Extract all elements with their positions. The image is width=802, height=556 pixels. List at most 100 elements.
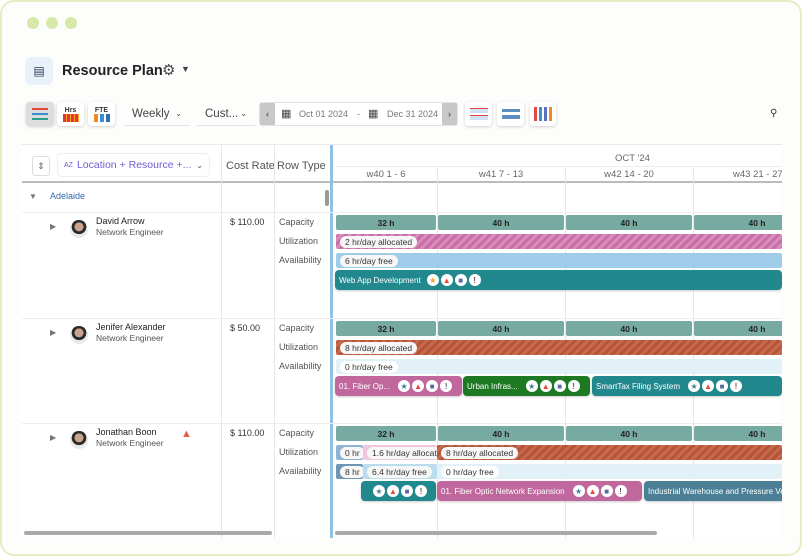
- capacity-bar[interactable]: 40 h: [438, 321, 564, 336]
- status-square-icon[interactable]: ■: [454, 274, 467, 286]
- priority-star-icon[interactable]: ★: [398, 380, 411, 392]
- task-bar[interactable]: 01. Fiber Op... ★ ▲ ■!: [335, 376, 462, 396]
- priority-star-icon[interactable]: ★: [572, 485, 585, 497]
- horizontal-scrollbar-left[interactable]: [24, 531, 272, 535]
- next-range-button[interactable]: ›: [442, 103, 457, 125]
- expand-row-icon[interactable]: ▶: [50, 222, 56, 231]
- capacity-bar[interactable]: 32 h: [336, 215, 436, 230]
- task-bar[interactable]: SmartTax Filing System ★ ▲ ■!: [592, 376, 782, 396]
- priority-star-icon[interactable]: ★: [688, 380, 701, 392]
- window-dot[interactable]: [65, 17, 77, 29]
- expand-collapse-button[interactable]: ⇕: [32, 156, 50, 176]
- status-square-icon[interactable]: ■: [426, 380, 439, 392]
- priority-star-icon[interactable]: ★: [525, 380, 538, 392]
- bar-settings-button[interactable]: [497, 102, 524, 126]
- availability-bar[interactable]: 0 hr/day free: [437, 464, 782, 479]
- availability-bar[interactable]: 8 hr: [336, 464, 363, 479]
- cost-rate: $ 110.00: [230, 217, 265, 227]
- utilization-bar[interactable]: 8 hr/day allocated: [336, 340, 782, 355]
- utilization-bar[interactable]: 1.6 hr/day allocat: [363, 445, 437, 460]
- collapse-group-icon[interactable]: ▼: [29, 192, 37, 201]
- status-square-icon[interactable]: ■: [600, 485, 613, 497]
- window-dot[interactable]: [27, 17, 39, 29]
- capacity-bar[interactable]: 40 h: [438, 215, 564, 230]
- pane-splitter[interactable]: [330, 145, 333, 538]
- period-select[interactable]: Weekly ⌄: [124, 102, 190, 126]
- task-bar[interactable]: Industrial Warehouse and Pressure Vessel: [644, 481, 782, 501]
- capacity-bar[interactable]: 40 h: [438, 426, 564, 441]
- avatar: [70, 326, 88, 344]
- alert-icon[interactable]: !: [415, 485, 427, 497]
- window-dot[interactable]: [46, 17, 58, 29]
- status-square-icon[interactable]: ■: [716, 380, 729, 392]
- utilization-bar[interactable]: 0 hr: [336, 445, 363, 460]
- risk-triangle-icon[interactable]: ▲: [440, 274, 453, 286]
- risk-triangle-icon[interactable]: ▲: [387, 485, 399, 497]
- capacity-bar[interactable]: 32 h: [336, 321, 436, 336]
- capacity-bar[interactable]: 32 h: [336, 426, 436, 441]
- alert-icon[interactable]: !: [614, 485, 627, 497]
- date-range-picker[interactable]: ‹ ▦ Oct 01 2024 - ▦ Dec 31 2024 ›: [259, 102, 458, 126]
- bar-settings-icon: [501, 109, 520, 119]
- resource-name[interactable]: Jonathan Boon: [96, 427, 157, 437]
- status-square-icon[interactable]: ■: [553, 380, 566, 392]
- availability-bar[interactable]: 6.4 hr/day free: [363, 464, 437, 479]
- capacity-bar[interactable]: 40 h: [566, 215, 692, 230]
- expand-row-icon[interactable]: ▶: [50, 328, 56, 337]
- resource-role: Network Engineer: [96, 227, 164, 237]
- fte-chart-button[interactable]: FTE: [88, 102, 115, 126]
- resource-name[interactable]: David Arrow: [96, 216, 145, 226]
- alert-icon[interactable]: !: [567, 380, 580, 392]
- avatar: [70, 431, 88, 449]
- column-header-row-type[interactable]: Row Type: [277, 160, 326, 172]
- task-bar[interactable]: 01. Fiber Optic Network Expansion ★ ▲ ■!: [437, 481, 642, 501]
- risk-triangle-icon[interactable]: ▲: [586, 485, 599, 497]
- start-date[interactable]: Oct 01 2024: [299, 109, 348, 119]
- end-date[interactable]: Dec 31 2024: [387, 109, 438, 119]
- chevron-down-icon: ⌄: [240, 109, 247, 118]
- alert-icon[interactable]: !: [730, 380, 743, 392]
- alert-icon[interactable]: !: [468, 274, 481, 286]
- export-chart-button[interactable]: [530, 102, 556, 126]
- resource-name[interactable]: Jenifer Alexander: [96, 322, 166, 332]
- capacity-bar[interactable]: 40 h: [694, 426, 782, 441]
- row-type-label: Capacity: [279, 323, 315, 333]
- priority-star-icon[interactable]: ★: [373, 485, 385, 497]
- column-header-cost-rate[interactable]: Cost Rate: [226, 160, 275, 172]
- row-settings-button[interactable]: [465, 102, 492, 126]
- settings-gear-icon[interactable]: ⚙: [162, 61, 175, 79]
- task-bar[interactable]: ★ ▲ ■!: [361, 481, 436, 501]
- month-label: OCT '24: [615, 153, 650, 164]
- expand-row-icon[interactable]: ▶: [50, 433, 56, 442]
- availability-bar[interactable]: 0 hr/day free: [336, 359, 782, 374]
- alert-icon[interactable]: !: [440, 380, 453, 392]
- hours-heatmap-button[interactable]: Hrs: [57, 102, 84, 126]
- horizontal-scrollbar-right[interactable]: [335, 531, 657, 535]
- task-bar[interactable]: Web App Development ★ ▲ ■!: [335, 270, 782, 290]
- capacity-bar[interactable]: 40 h: [566, 426, 692, 441]
- vertical-scrollbar[interactable]: [325, 190, 329, 206]
- warning-icon[interactable]: ▲: [181, 428, 192, 440]
- row-type-label: Utilization: [279, 342, 319, 352]
- priority-star-icon[interactable]: ★: [426, 274, 439, 286]
- risk-triangle-icon[interactable]: ▲: [702, 380, 715, 392]
- capacity-bar[interactable]: 40 h: [694, 215, 782, 230]
- range-select[interactable]: Cust... ⌄: [197, 102, 255, 126]
- utilization-bar[interactable]: 8 hr/day allocated: [437, 445, 782, 460]
- risk-triangle-icon[interactable]: ▲: [539, 380, 552, 392]
- capacity-bar[interactable]: 40 h: [694, 321, 782, 336]
- capacity-bar[interactable]: 40 h: [566, 321, 692, 336]
- week-header: w40 1 - 6: [366, 169, 406, 180]
- prev-range-button[interactable]: ‹: [260, 103, 275, 125]
- group-by-select[interactable]: AZ Location + Resource +... ⌄: [57, 153, 210, 177]
- search-icon[interactable]: ⚲: [770, 108, 777, 119]
- utilization-bar[interactable]: 2 hr/day allocated: [336, 234, 782, 249]
- row-settings-icon: [469, 108, 488, 120]
- task-bar[interactable]: Urban Infras... ★ ▲ ■!: [463, 376, 590, 396]
- status-square-icon[interactable]: ■: [401, 485, 413, 497]
- group-label[interactable]: Adelaide: [50, 191, 85, 201]
- gantt-view-button[interactable]: [26, 102, 54, 126]
- settings-dropdown-chevron-icon[interactable]: ▼: [181, 64, 190, 74]
- risk-triangle-icon[interactable]: ▲: [412, 380, 425, 392]
- availability-bar[interactable]: 6 hr/day free: [336, 253, 782, 268]
